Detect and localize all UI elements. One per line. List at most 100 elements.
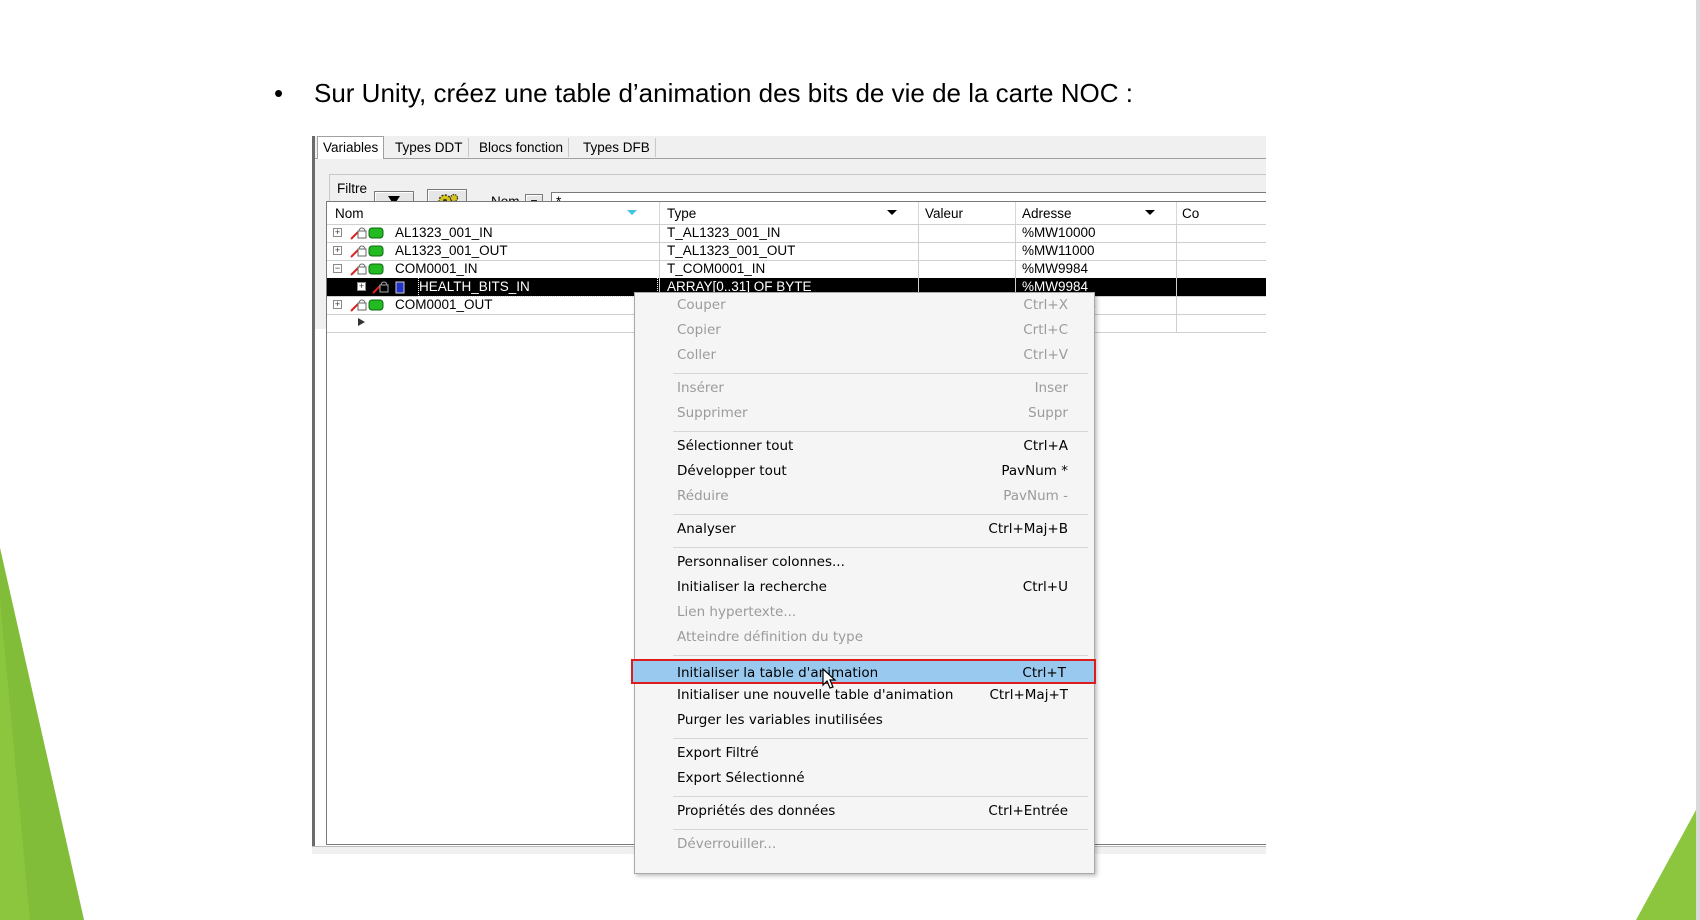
- menu-separator: [673, 655, 1088, 656]
- menu-item-inserer[interactable]: Insérer Inser: [635, 376, 1094, 401]
- menu-item-initialiser-table-animation[interactable]: Initialiser la table d'animation Ctrl+T: [631, 659, 1096, 684]
- menu-item-purger-variables[interactable]: Purger les variables inutilisées: [635, 708, 1094, 733]
- menu-item-export-filtre[interactable]: Export Filtré: [635, 741, 1094, 766]
- grid-header: Nom Type Valeur Adresse Co: [327, 202, 1266, 225]
- menu-item-shortcut: PavNum -: [1003, 488, 1068, 504]
- tab-types-ddt[interactable]: Types DDT: [390, 138, 469, 157]
- tab-types-dfb[interactable]: Types DFB: [578, 138, 656, 157]
- menu-item-analyser[interactable]: Analyser Ctrl+Maj+B: [635, 517, 1094, 542]
- row-value: [925, 242, 1013, 260]
- menu-item-deverrouiller[interactable]: Déverrouiller...: [635, 832, 1094, 857]
- row-pointer-icon: [358, 318, 365, 326]
- column-header-co[interactable]: Co: [1182, 205, 1199, 223]
- tab-variables[interactable]: Variables: [317, 136, 385, 160]
- menu-item-atteindre-definition[interactable]: Atteindre définition du type: [635, 625, 1094, 650]
- menu-item-label: Développer tout: [677, 463, 787, 479]
- menu-separator: [673, 514, 1088, 515]
- column-header-type[interactable]: Type: [667, 205, 696, 223]
- lock-icon: [350, 299, 384, 312]
- table-row[interactable]: + AL1323_001_IN T_AL1323_001_IN %MW10000: [327, 224, 1266, 243]
- slide-instruction-text: Sur Unity, créez une table d’animation d…: [314, 78, 1133, 108]
- menu-item-label: Coller: [677, 347, 717, 363]
- expand-icon[interactable]: +: [333, 228, 342, 237]
- menu-separator: [673, 547, 1088, 548]
- menu-item-developper-tout[interactable]: Développer tout PavNum *: [635, 459, 1094, 484]
- menu-item-label: Insérer: [677, 380, 724, 396]
- menu-item-label: Lien hypertexte...: [677, 604, 797, 620]
- menu-item-label: Propriétés des données: [677, 803, 836, 819]
- tab-strip: Variables Types DDT Blocs fonction Types…: [315, 136, 1266, 160]
- row-value: [925, 260, 1013, 278]
- menu-item-shortcut: Inser: [1034, 380, 1068, 396]
- menu-item-supprimer[interactable]: Supprimer Suppr: [635, 401, 1094, 426]
- menu-item-label: Personnaliser colonnes...: [677, 554, 845, 570]
- row-type: T_AL1323_001_OUT: [667, 243, 796, 258]
- slide-edge: [1696, 0, 1700, 920]
- menu-item-shortcut: Ctrl+Entrée: [988, 803, 1068, 819]
- expand-icon[interactable]: +: [333, 300, 342, 309]
- menu-item-label: Initialiser une nouvelle table d'animati…: [677, 687, 954, 703]
- row-name: AL1323_001_IN: [395, 225, 493, 240]
- column-header-valeur[interactable]: Valeur: [925, 205, 963, 223]
- lock-icon: [372, 281, 405, 294]
- menu-item-personnaliser-colonnes[interactable]: Personnaliser colonnes...: [635, 550, 1094, 575]
- menu-item-initialiser-recherche[interactable]: Initialiser la recherche Ctrl+U: [635, 575, 1094, 600]
- row-address: %MW11000: [1022, 243, 1095, 258]
- menu-item-reduire[interactable]: Réduire PavNum -: [635, 484, 1094, 509]
- row-name: AL1323_001_OUT: [395, 243, 508, 258]
- column-separator[interactable]: [1176, 202, 1177, 224]
- expand-icon[interactable]: +: [333, 246, 342, 255]
- menu-item-label: Sélectionner tout: [677, 438, 794, 454]
- menu-item-label: Analyser: [677, 521, 736, 537]
- lock-icon: [350, 227, 384, 240]
- chevron-down-icon[interactable]: [887, 210, 897, 216]
- menu-item-shortcut: Crtl+C: [1023, 322, 1068, 338]
- menu-item-export-selectionne[interactable]: Export Sélectionné: [635, 766, 1094, 791]
- table-row[interactable]: + AL1323_001_OUT T_AL1323_001_OUT %MW110…: [327, 242, 1266, 261]
- menu-item-shortcut: Ctrl+A: [1023, 438, 1068, 454]
- tab-blocs-fonction[interactable]: Blocs fonction: [474, 138, 570, 157]
- menu-item-label: Supprimer: [677, 405, 748, 421]
- menu-item-coller[interactable]: Coller Ctrl+V: [635, 343, 1094, 368]
- menu-item-shortcut: Ctrl+X: [1023, 297, 1068, 313]
- row-address: %MW10000: [1022, 225, 1096, 240]
- menu-separator: [673, 796, 1088, 797]
- column-separator[interactable]: [1015, 202, 1016, 224]
- menu-item-label: Réduire: [677, 488, 729, 504]
- menu-item-selectionner-tout[interactable]: Sélectionner tout Ctrl+A: [635, 434, 1094, 459]
- menu-item-shortcut: Ctrl+U: [1022, 579, 1068, 595]
- column-header-adresse[interactable]: Adresse: [1022, 205, 1072, 223]
- grid-line: [1176, 224, 1177, 332]
- column-separator[interactable]: [918, 202, 919, 224]
- context-menu: Couper Ctrl+X Copier Crtl+C Coller Ctrl+V I…: [631, 292, 1096, 874]
- menu-item-copier[interactable]: Copier Crtl+C: [635, 318, 1094, 343]
- menu-item-label: Déverrouiller...: [677, 836, 777, 852]
- table-row[interactable]: − COM0001_IN T_COM0001_IN %MW9984: [327, 260, 1266, 279]
- sort-ascending-icon: [627, 210, 637, 215]
- lock-icon: [350, 263, 384, 276]
- menu-item-couper[interactable]: Couper Ctrl+X: [635, 293, 1094, 318]
- menu-item-shortcut: Suppr: [1028, 405, 1068, 421]
- column-separator[interactable]: [659, 202, 660, 224]
- menu-item-initialiser-nouvelle-table[interactable]: Initialiser une nouvelle table d'animati…: [635, 683, 1094, 708]
- menu-item-label: Copier: [677, 322, 721, 338]
- expand-icon[interactable]: +: [357, 282, 366, 291]
- row-type: T_COM0001_IN: [667, 261, 766, 276]
- menu-item-shortcut: Ctrl+Maj+T: [989, 687, 1068, 703]
- menu-item-lien-hypertexte[interactable]: Lien hypertexte...: [635, 600, 1094, 625]
- menu-item-label: Purger les variables inutilisées: [677, 712, 883, 728]
- menu-item-proprietes-donnees[interactable]: Propriétés des données Ctrl+Entrée: [635, 799, 1094, 824]
- collapse-icon[interactable]: −: [333, 264, 342, 273]
- row-name: COM0001_OUT: [395, 297, 493, 312]
- row-value: [925, 224, 1013, 242]
- row-name: HEALTH_BITS_IN: [418, 277, 658, 297]
- menu-item-shortcut: Ctrl+Maj+B: [988, 521, 1068, 537]
- mouse-pointer-icon: [822, 668, 837, 689]
- bullet-point: •: [274, 78, 284, 108]
- menu-item-label: Export Sélectionné: [677, 770, 805, 786]
- column-header-nom[interactable]: Nom: [335, 205, 364, 223]
- lock-icon: [350, 245, 384, 258]
- row-name: COM0001_IN: [395, 261, 478, 276]
- chevron-down-icon[interactable]: [1145, 210, 1155, 216]
- filter-group-label: Filtre: [335, 181, 369, 196]
